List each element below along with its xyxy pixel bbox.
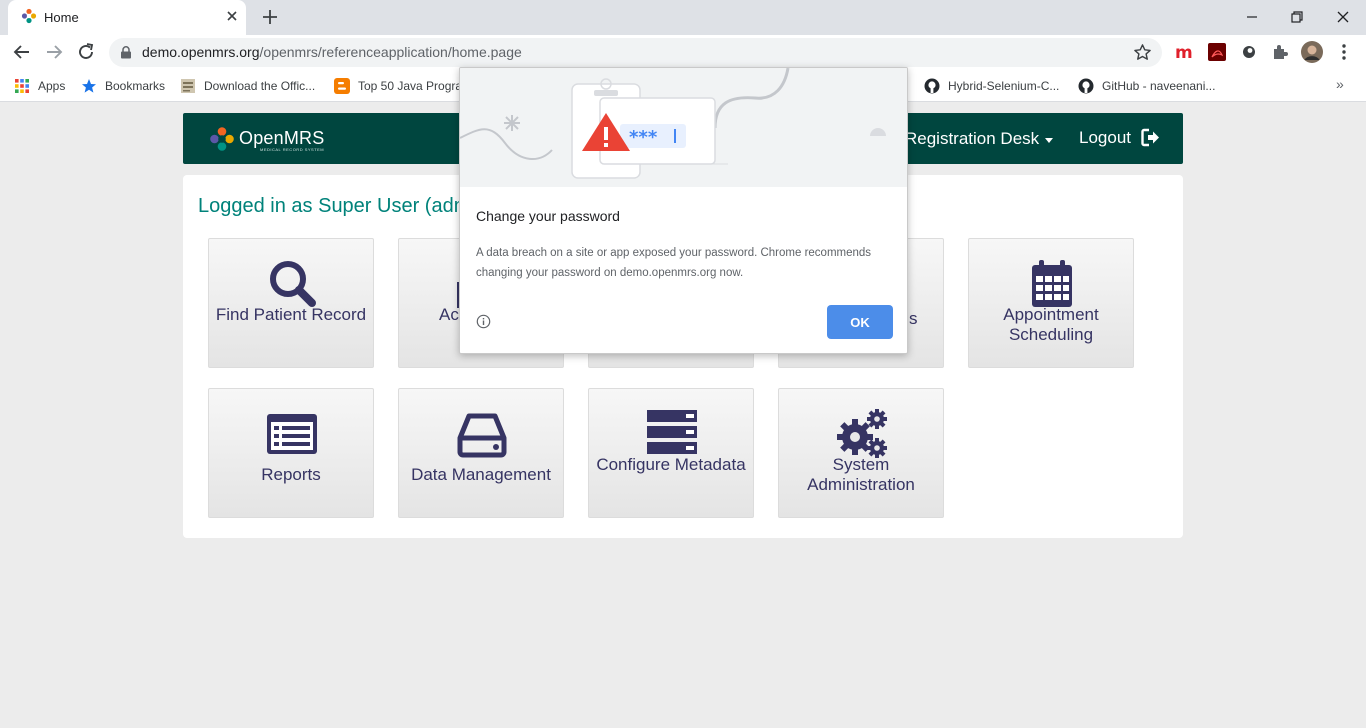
document-icon — [181, 79, 195, 93]
app-tile-find-patient[interactable]: Find Patient Record — [208, 238, 374, 368]
app-label: System Administration — [807, 455, 915, 494]
close-tab-icon[interactable] — [224, 8, 240, 24]
browser-toolbar: demo.openmrs.org/openmrs/referenceapplic… — [0, 35, 1366, 70]
tab-title: Home — [44, 10, 79, 25]
back-arrow-icon[interactable] — [11, 41, 33, 63]
star-icon — [82, 79, 96, 93]
bookmark-label: Bookmarks — [105, 79, 166, 93]
app-label: Find Patient Record — [215, 305, 367, 324]
bookmark-label: GitHub - naveenani... — [1102, 79, 1216, 93]
forward-arrow-icon[interactable] — [43, 41, 65, 63]
logo-subtext: MEDICAL RECORD SYSTEM — [260, 147, 325, 152]
m-extension-icon[interactable]: m — [1174, 42, 1194, 62]
pdf-extension-icon[interactable] — [1207, 42, 1227, 62]
app-label: Configure Metadata — [596, 455, 746, 474]
server-stack-icon — [647, 410, 697, 454]
new-tab-icon[interactable] — [260, 7, 280, 27]
blogger-icon — [334, 78, 350, 94]
app-label: s — [909, 309, 918, 328]
reload-icon[interactable] — [75, 41, 97, 63]
bookmark-hybrid-selenium[interactable]: Hybrid-Selenium-C... — [924, 76, 1059, 96]
bookmarks-overflow-button[interactable]: » — [1336, 76, 1344, 92]
bookmark-label: Hybrid-Selenium-C... — [948, 79, 1060, 93]
app-tile-configure-metadata[interactable]: Configure Metadata — [588, 388, 754, 518]
app-label: Appointment Scheduling — [1003, 305, 1099, 344]
bookmark-label: Apps — [38, 79, 66, 93]
logout-link[interactable]: Logout — [1079, 128, 1131, 148]
close-window-icon[interactable] — [1331, 5, 1355, 29]
app-tile-system-administration[interactable]: System Administration — [778, 388, 944, 518]
bookmark-label: Top 50 Java Progra... — [358, 79, 473, 93]
bookmark-github-naveenani[interactable]: GitHub - naveenani... — [1078, 76, 1215, 96]
browser-tab-strip: Home — [0, 0, 1366, 35]
info-icon[interactable] — [476, 314, 491, 329]
dark-circle-extension-icon[interactable] — [1239, 42, 1259, 62]
browser-tab[interactable]: Home — [8, 0, 246, 35]
password-breach-illustration: *** — [460, 68, 907, 187]
url-path: /openmrs/referenceapplication/home.page — [259, 44, 522, 60]
logo-text: OpenMRS — [239, 128, 325, 148]
github-icon — [1078, 78, 1094, 94]
bookmark-download-office[interactable]: Download the Offic... — [180, 76, 315, 96]
masked-password: *** — [629, 127, 658, 148]
caret-down-icon[interactable] — [1045, 138, 1053, 143]
dialog-message: A data breach on a site or app exposed y… — [476, 247, 872, 279]
avatar[interactable] — [1301, 41, 1323, 63]
lock-icon[interactable] — [120, 46, 132, 59]
bookmark-top-50-java[interactable]: Top 50 Java Progra... — [334, 76, 472, 96]
dialog-title: Change your password — [476, 208, 620, 224]
bookmark-star-icon[interactable] — [1133, 43, 1152, 62]
search-icon — [270, 261, 316, 307]
sign-out-icon[interactable] — [1141, 128, 1160, 147]
svg-text:m: m — [1175, 43, 1193, 62]
puzzle-extensions-icon[interactable] — [1270, 42, 1290, 62]
calendar-icon — [1032, 260, 1072, 307]
ok-button[interactable]: OK — [827, 305, 893, 339]
url-host: demo.openmrs.org — [142, 44, 260, 60]
bookmark-bookmarks[interactable]: Bookmarks — [81, 76, 165, 96]
restore-icon[interactable] — [1285, 5, 1309, 29]
bookmark-label: Download the Offic... — [204, 79, 316, 93]
report-list-icon — [267, 414, 317, 454]
openmrs-favicon-icon — [21, 8, 37, 24]
gears-icon — [837, 409, 887, 458]
minimize-icon[interactable] — [1240, 5, 1264, 29]
app-tile-appointment-scheduling[interactable]: Appointment Scheduling — [968, 238, 1134, 368]
app-tile-data-management[interactable]: Data Management — [398, 388, 564, 518]
password-breach-dialog: *** Change your password A data breach o… — [459, 67, 908, 354]
app-label: Reports — [261, 465, 321, 484]
bookmark-apps[interactable]: Apps — [14, 76, 65, 96]
apps-grid-icon — [15, 79, 29, 93]
logged-in-heading: Logged in as Super User (adm — [198, 195, 471, 217]
chrome-menu-icon[interactable] — [1334, 42, 1354, 62]
github-icon — [924, 78, 940, 94]
hard-drive-icon — [457, 413, 507, 458]
openmrs-logo-icon[interactable] — [209, 126, 235, 152]
app-tile-reports[interactable]: Reports — [208, 388, 374, 518]
app-label: Data Management — [411, 465, 551, 484]
location-dropdown[interactable]: Registration Desk — [905, 129, 1039, 149]
url-text[interactable]: demo.openmrs.org/openmrs/referenceapplic… — [142, 44, 522, 60]
address-bar[interactable]: demo.openmrs.org/openmrs/referenceapplic… — [109, 38, 1162, 67]
